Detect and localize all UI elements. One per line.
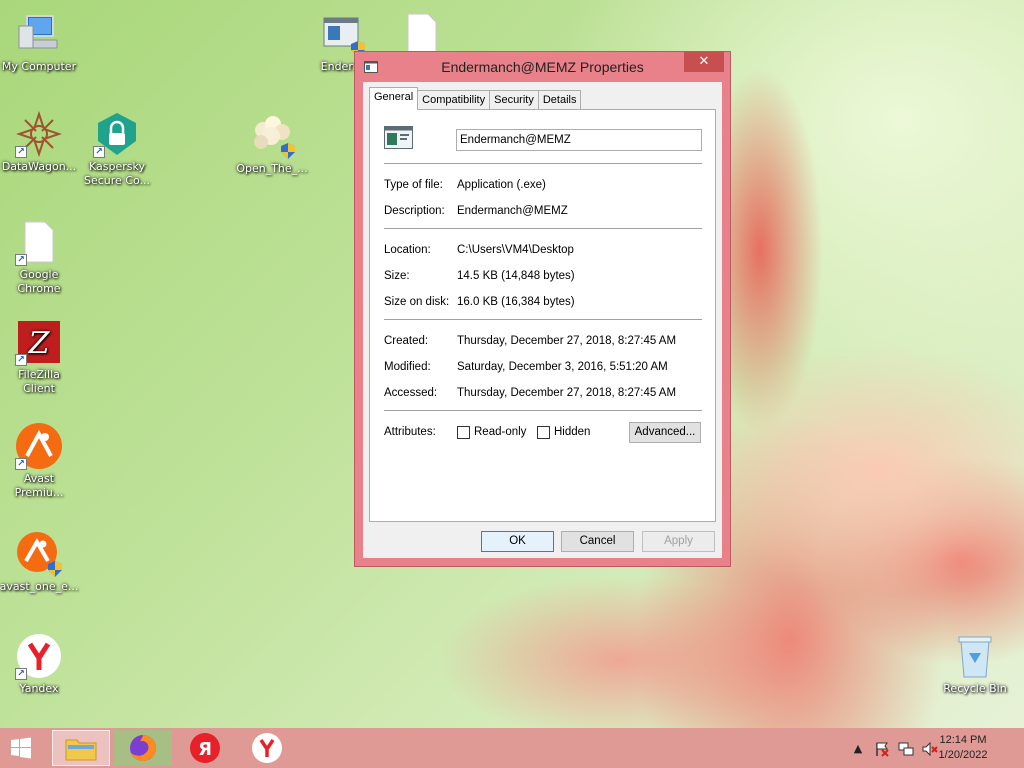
avast-icon (15, 530, 63, 578)
recycle-bin-icon (951, 632, 999, 680)
shortcut-arrow-icon: ↗ (15, 458, 27, 470)
desktop-icon-label: Yandex (19, 682, 59, 695)
close-button[interactable]: ✕ (684, 52, 724, 72)
size-label: Size: (384, 270, 410, 282)
yandex-icon (252, 733, 282, 763)
read-only-label[interactable]: Read-only (474, 426, 526, 438)
ok-button[interactable]: OK (481, 531, 554, 552)
properties-dialog: Endermanch@MEMZ Properties ✕ General Com… (354, 51, 731, 567)
desktop-icon-my-computer[interactable]: My Computer (1, 10, 77, 74)
desktop-icon-avast-premium[interactable]: ↗ Avast Premiu... (1, 422, 77, 500)
modified-value: Saturday, December 3, 2016, 5:51:20 AM (457, 361, 668, 373)
dialog-titlebar[interactable]: Endermanch@MEMZ Properties ✕ (355, 52, 730, 82)
desktop-icon-label: FileZilla Client (18, 368, 60, 395)
svg-text:Z: Z (28, 326, 51, 361)
size-on-disk-label: Size on disk: (384, 296, 450, 308)
system-clock[interactable]: 12:14 PM 1/20/2022 (928, 733, 998, 763)
shortcut-arrow-icon: ↗ (93, 146, 105, 158)
size-value: 14.5 KB (14,848 bytes) (457, 270, 575, 282)
desktop-icon-avast-one[interactable]: avast_one_e... (0, 530, 79, 594)
clock-date: 1/20/2022 (938, 749, 988, 761)
desktop-icon-open-the[interactable]: Open_The_... (234, 112, 310, 176)
read-only-checkbox[interactable] (457, 426, 470, 439)
attributes-label: Attributes: (384, 426, 436, 438)
network-icon[interactable] (898, 741, 914, 757)
hidden-label[interactable]: Hidden (554, 426, 590, 438)
desktop-icon-yandex[interactable]: ↗ Yandex (1, 632, 77, 696)
desktop-icon-datawagon[interactable]: ↗ DataWagon... (1, 110, 77, 174)
apply-button[interactable]: Apply (642, 531, 715, 552)
firefox-icon (130, 735, 156, 761)
desktop-icon-label: Recycle Bin (943, 682, 1007, 695)
taskbar-yandex-browser[interactable]: Я (176, 730, 234, 766)
desktop-icon-label: avast_one_e... (0, 580, 79, 593)
accessed-value: Thursday, December 27, 2018, 8:27:45 AM (457, 387, 677, 399)
desktop-icon-label: DataWagon... (1, 160, 77, 173)
uac-shield-icon (281, 143, 295, 159)
shortcut-arrow-icon: ↗ (15, 146, 27, 158)
file-name-input[interactable] (456, 129, 702, 151)
modified-label: Modified: (384, 361, 431, 373)
divider (384, 319, 702, 320)
avast-icon: ↗ (15, 422, 63, 470)
shortcut-arrow-icon: ↗ (15, 354, 27, 366)
datawagon-icon: ↗ (15, 110, 63, 158)
hidden-checkbox[interactable] (537, 426, 550, 439)
type-of-file-label: Type of file: (384, 179, 443, 191)
divider (384, 163, 702, 164)
desktop-icon-label: Google Chrome (17, 268, 61, 295)
action-center-flag-icon[interactable] (874, 741, 890, 757)
type-of-file-value: Application (.exe) (457, 179, 546, 191)
desktop-icon-google-chrome[interactable]: ↗ Google Chrome (1, 218, 77, 296)
accessed-label: Accessed: (384, 387, 438, 399)
divider (384, 228, 702, 229)
desktop-icon-label: Kaspersky Secure Co... (83, 160, 151, 187)
desktop-icon-filezilla[interactable]: Z ↗ FileZilla Client (1, 318, 77, 396)
taskbar-file-explorer[interactable] (52, 730, 110, 766)
tab-general[interactable]: General (369, 87, 419, 110)
size-on-disk-value: 16.0 KB (16,384 bytes) (457, 296, 575, 308)
general-tab-panel: Type of file: Application (.exe) Descrip… (369, 109, 716, 522)
show-hidden-icons-chevron-icon[interactable]: ▲ (850, 741, 866, 757)
desktop-icon-recycle-bin[interactable]: Recycle Bin (937, 632, 1013, 696)
svg-text:Я: Я (198, 739, 212, 760)
location-value: C:\Users\VM4\Desktop (457, 244, 574, 256)
kaspersky-shield-icon: ↗ (93, 110, 141, 158)
created-value: Thursday, December 27, 2018, 8:27:45 AM (457, 335, 677, 347)
tab-details[interactable]: Details (537, 90, 582, 110)
tab-security[interactable]: Security (489, 90, 539, 110)
desktop-icon-kaspersky[interactable]: ↗ Kaspersky Secure Co... (79, 110, 155, 188)
advanced-button[interactable]: Advanced... (629, 422, 701, 443)
taskbar: Я ▲ 12:14 PM 1/20/2022 (0, 728, 1024, 768)
tab-compatibility[interactable]: Compatibility (417, 90, 491, 110)
computer-icon (15, 10, 63, 58)
shortcut-arrow-icon: ↗ (15, 254, 27, 266)
taskbar-yandex[interactable] (238, 730, 296, 766)
uac-shield-icon (48, 561, 62, 577)
file-icon: ↗ (15, 218, 63, 266)
yandex-icon: ↗ (15, 632, 63, 680)
cancel-button[interactable]: Cancel (561, 531, 634, 552)
location-label: Location: (384, 244, 431, 256)
desktop-icon-label: Avast Premiu... (14, 472, 64, 499)
created-label: Created: (384, 335, 429, 347)
dialog-client-area: General Compatibility Security Details T… (363, 82, 722, 558)
popcorn-icon (248, 112, 296, 160)
taskbar-firefox[interactable] (114, 730, 172, 766)
application-icon (384, 126, 413, 149)
file-explorer-icon (65, 739, 97, 761)
description-value: Endermanch@MEMZ (457, 205, 568, 217)
windows-start-icon[interactable] (10, 737, 32, 759)
dialog-title: Endermanch@MEMZ Properties (441, 59, 644, 75)
tab-strip: General Compatibility Security Details (369, 87, 582, 110)
shortcut-arrow-icon: ↗ (15, 668, 27, 680)
divider (384, 410, 702, 411)
clock-time: 12:14 PM (939, 734, 987, 746)
yandex-browser-icon: Я (190, 733, 220, 763)
description-label: Description: (384, 205, 445, 217)
desktop-icon-label: Open_The_... (236, 162, 308, 175)
filezilla-icon: Z ↗ (15, 318, 63, 366)
desktop-icon-label: My Computer (1, 60, 77, 73)
